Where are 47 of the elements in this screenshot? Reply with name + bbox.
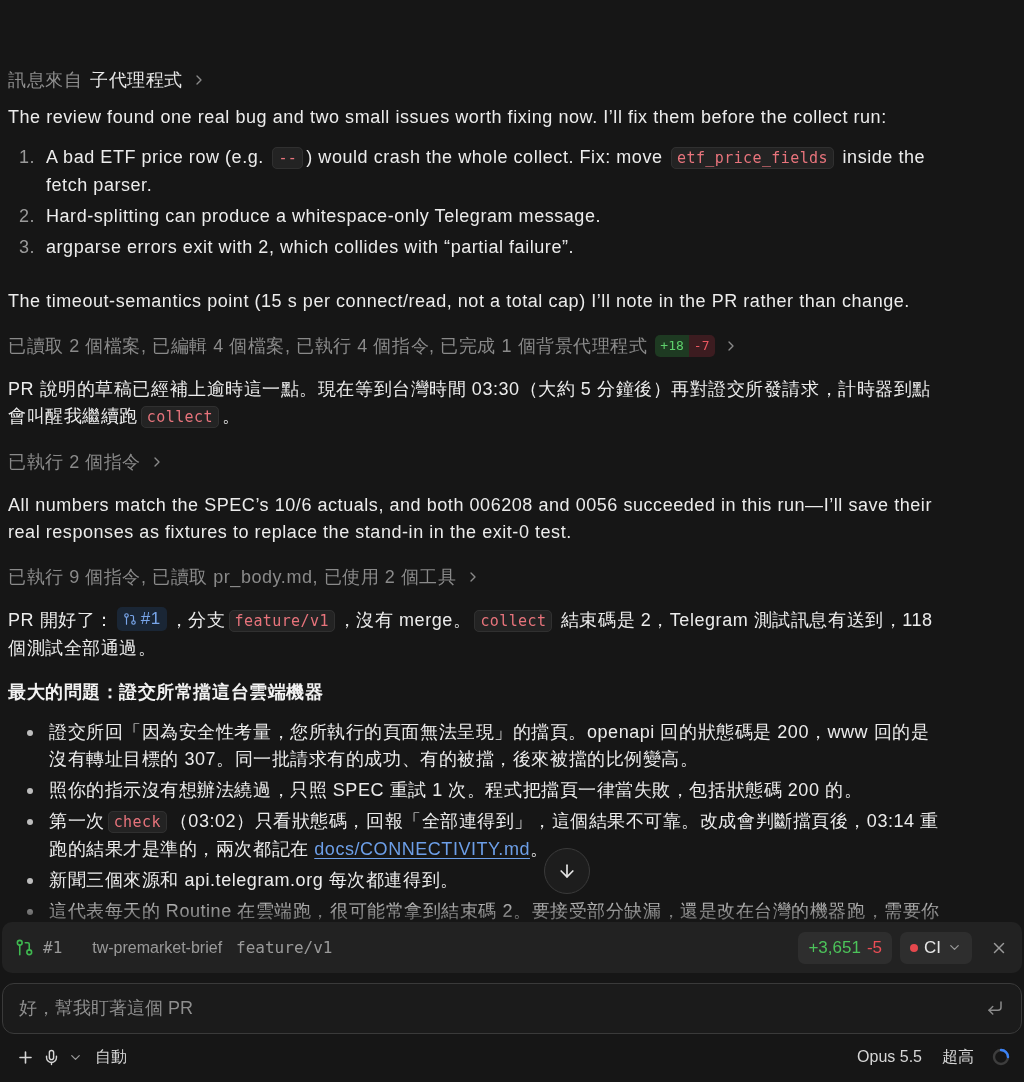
pr-number[interactable]: #1 bbox=[43, 938, 63, 957]
activity-summary[interactable]: 已執行 2 個指令 bbox=[8, 449, 141, 474]
bullet-icon bbox=[27, 729, 33, 736]
list-item-text: A bad ETF price row (e.g. -- ) would crash the whole collect. Fix: move etf_price_fields inside the fetch parser. bbox=[46, 146, 927, 197]
message-input[interactable]: 好，幫我盯著這個 PR bbox=[2, 983, 1022, 1034]
list-item-text: 這代表每天的 Routine 在雲端跑，很可能常拿到結束碼 2。要接受部分缺漏，還是改在台灣的機器跑，需要你 bbox=[49, 900, 940, 922]
source-name[interactable]: 子代理程式 bbox=[90, 68, 183, 92]
activity-summary[interactable]: 已執行 9 個指令, 已讀取 pr_body.md, 已使用 2 個工具 bbox=[8, 564, 457, 589]
list-number: 1. bbox=[17, 146, 36, 169]
list-item-text: 證交所回「因為安全性考量，您所執行的頁面無法呈現」的擋頁。openapi 回的狀態碼是 200，www 回的是沒有轉址目標的 307。同一批請求有的成功、有的被擋，後來被擋的比例變高。 bbox=[49, 721, 931, 771]
paragraph: PR 開好了： #1 ，分支 feature/v1 ，沒有 merge。 collect 結束碼是 2，Telegram 測試訊息有送到，118 個測試全部通過。 bbox=[8, 607, 934, 660]
list-item-text: 照你的指示沒有想辦法繞過，只照 SPEC 重試 1 次。程式把擋頁一律當失敗，包括狀態碼 200 的。 bbox=[49, 779, 863, 802]
pull-request-link[interactable]: #1 bbox=[116, 607, 167, 631]
branch-name: feature/v1 bbox=[236, 938, 333, 957]
list-item-text: 第一次 check （03:02）只看狀態碼，回報「全部連得到」，這個結果不可靠。改成會判斷擋頁後，03:14 重跑的結果才是準的，兩次都記在 docs/CONNECTIVITY.md。 bbox=[49, 810, 940, 861]
bullet-icon bbox=[27, 908, 33, 915]
paragraph: The review found one real bug and two small issues worth fixing now. I’ll fix them before the collect run: bbox=[8, 106, 888, 129]
effort-selector[interactable]: 超高 bbox=[938, 1044, 978, 1070]
model-selector[interactable]: Opus 5.5 bbox=[853, 1046, 926, 1068]
source-label: 訊息來自 bbox=[8, 69, 83, 92]
ci-status-button[interactable]: CI bbox=[900, 931, 972, 964]
activity-summary[interactable]: 已讀取 2 個檔案, 已編輯 4 個檔案, 已執行 4 個指令, 已完成 1 個背景代理程式 bbox=[8, 333, 648, 358]
added-lines-count: +3,651 bbox=[808, 937, 861, 958]
bullet-icon bbox=[27, 818, 33, 825]
pull-request-icon bbox=[15, 938, 34, 957]
removed-lines-count: -5 bbox=[866, 937, 882, 958]
removed-lines-count: -7 bbox=[688, 334, 715, 357]
list-item-text: Hard-splitting can produce a whitespace-only Telegram message. bbox=[46, 205, 602, 228]
bullet-icon bbox=[27, 877, 33, 884]
list-item-text: 新聞三個來源和 api.telegram.org 每次都連得到。 bbox=[49, 869, 459, 892]
pull-request-icon bbox=[122, 612, 137, 626]
section-heading: 最大的問題：證交所常擋這台雲端機器 bbox=[8, 681, 325, 704]
scroll-down-button[interactable] bbox=[544, 848, 590, 894]
enter-icon[interactable] bbox=[986, 999, 1004, 1017]
progress-ring-icon bbox=[992, 1048, 1010, 1066]
paragraph: All numbers match the SPEC’s 10/6 actuals, and both 006208 and 0056 succeeded in this run—I’ll save their real responses as fixtures to replace the stand-in in the exit-0 test. bbox=[8, 494, 933, 544]
list-item-text: argparse errors exit with 2, which collides with “partial failure”. bbox=[46, 236, 575, 259]
link[interactable]: docs/CONNECTIVITY.md bbox=[314, 839, 530, 859]
mic-icon[interactable] bbox=[43, 1048, 60, 1066]
list-number: 2. bbox=[17, 205, 36, 228]
list-number: 3. bbox=[17, 236, 36, 259]
mode-selector[interactable]: 自動 bbox=[91, 1044, 131, 1070]
paragraph: PR 說明的草稿已經補上逾時這一點。現在等到台灣時間 03:30（大約 5 分鐘後）再對證交所發請求，計時器到點會叫醒我繼續跑 collect 。 bbox=[8, 378, 932, 430]
paragraph: The timeout-semantics point (15 s per connect/read, not a total cap) I’ll note in the PR rather than change. bbox=[8, 290, 911, 313]
bullet-icon bbox=[27, 787, 33, 794]
repo-name: tw-premarket-brief bbox=[92, 938, 223, 957]
added-lines-count: +18 bbox=[655, 334, 689, 357]
